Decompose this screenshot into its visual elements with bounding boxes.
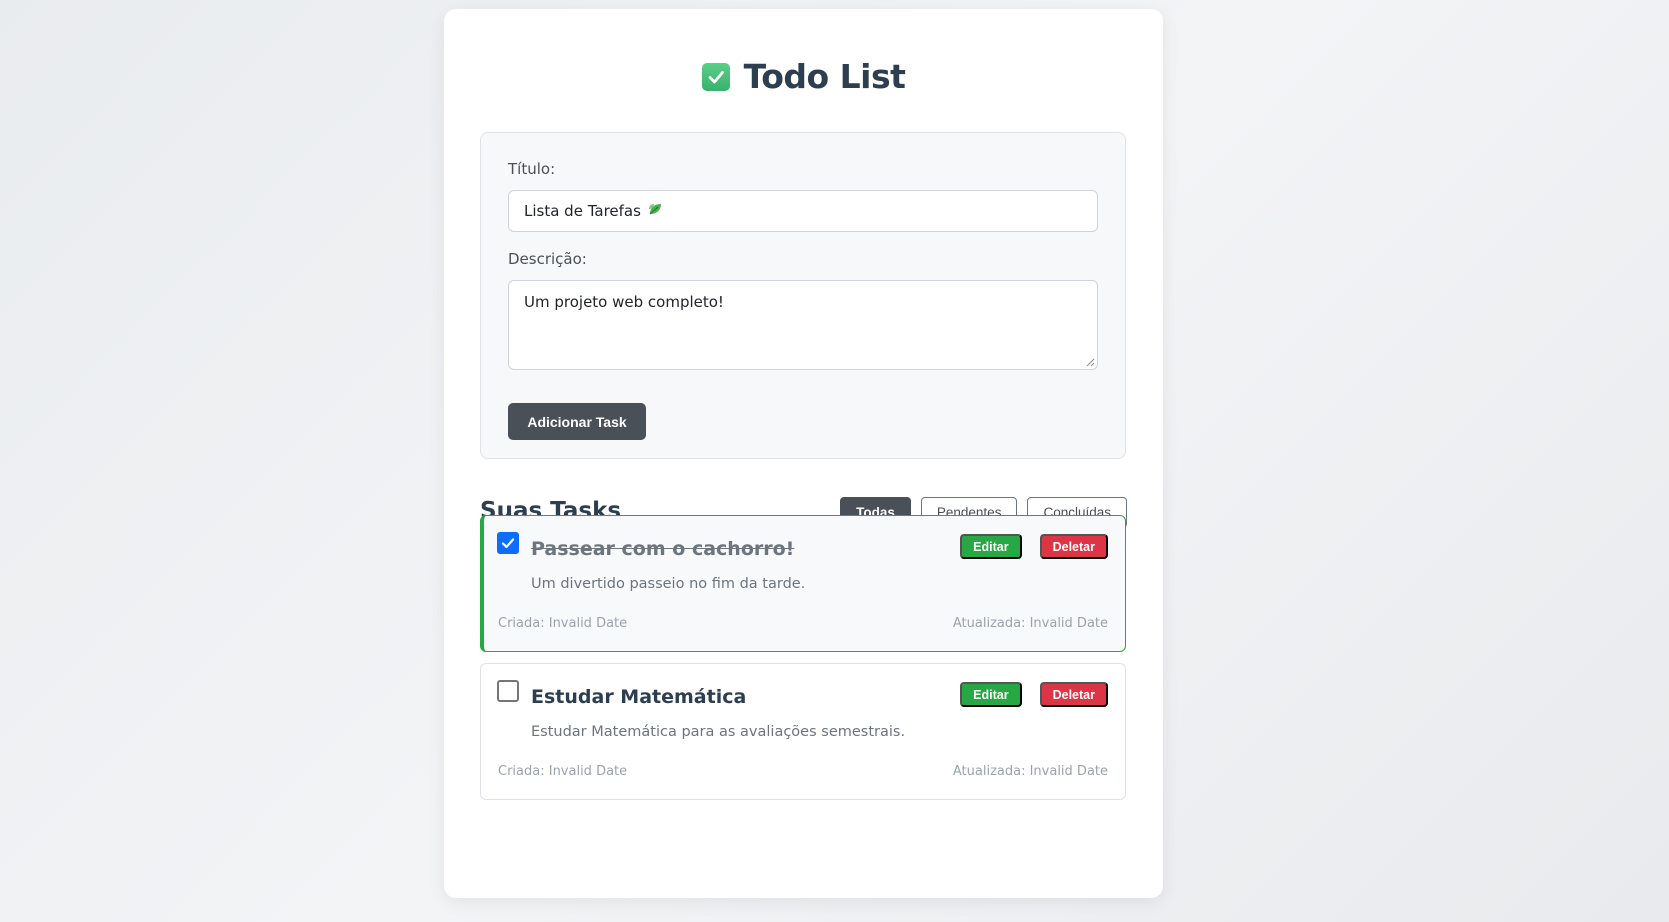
created-date: Criada: Invalid Date [498, 764, 628, 779]
task-form: Título: Lista de Tarefas Descrição: Um p… [480, 132, 1126, 459]
header: Todo List [444, 57, 1163, 96]
title-input[interactable]: Lista de Tarefas [508, 190, 1098, 232]
task-description: Estudar Matemática para as avaliações se… [531, 724, 906, 740]
resize-grip-icon[interactable] [1085, 357, 1095, 367]
task-description: Um divertido passeio no fim da tarde. [531, 576, 806, 592]
delete-button[interactable]: Deletar [1039, 682, 1108, 707]
leaf-icon [647, 201, 663, 221]
task-checkbox[interactable] [497, 680, 519, 702]
checkmark-icon [501, 538, 515, 549]
task-item: Passear com o cachorro! Um divertido pas… [480, 515, 1126, 652]
description-label: Descrição: [508, 250, 587, 268]
task-actions: Editar Deletar [960, 682, 1108, 707]
check-box-icon [701, 62, 730, 91]
task-title: Estudar Matemática [531, 686, 747, 708]
task-actions: Editar Deletar [960, 534, 1108, 559]
edit-button[interactable]: Editar [960, 534, 1022, 559]
task-item: Estudar Matemática Estudar Matemática pa… [480, 663, 1126, 800]
todo-card: Todo List Título: Lista de Tarefas Descr… [444, 9, 1163, 898]
created-date: Criada: Invalid Date [498, 616, 628, 631]
edit-button[interactable]: Editar [960, 682, 1022, 707]
description-value: Um projeto web completo! [524, 293, 724, 311]
title-input-value: Lista de Tarefas [524, 202, 641, 220]
updated-date: Atualizada: Invalid Date [952, 764, 1108, 779]
title-label: Título: [508, 160, 556, 178]
description-textarea[interactable]: Um projeto web completo! [508, 280, 1098, 370]
page-title: Todo List [743, 57, 906, 96]
task-checkbox[interactable] [497, 532, 519, 554]
updated-date: Atualizada: Invalid Date [952, 616, 1108, 631]
delete-button[interactable]: Deletar [1039, 534, 1108, 559]
task-title: Passear com o cachorro! [531, 538, 795, 560]
add-task-button[interactable]: Adicionar Task [508, 403, 646, 440]
